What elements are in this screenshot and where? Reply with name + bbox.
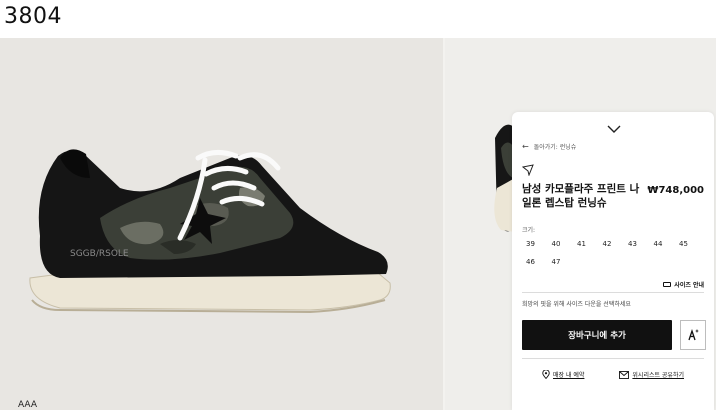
size-option-46[interactable]: 46	[526, 258, 552, 266]
size-option-40[interactable]: 40	[552, 240, 578, 248]
wishlist-share-link[interactable]: 위시리스트 공유하기	[619, 370, 684, 379]
partial-footer-text: AAA	[18, 400, 37, 410]
shoe-brand-print: SGGB/RSOLE	[70, 249, 129, 259]
product-main-image[interactable]: SGGB/RSOLE	[0, 38, 443, 410]
size-option-41[interactable]: 41	[577, 240, 603, 248]
size-label: 크기:	[522, 227, 536, 234]
wishlist-share-label: 위시리스트 공유하기	[632, 372, 684, 379]
action-links: 매장 내 예약 위시리스트 공유하기	[522, 370, 704, 379]
ai-assistant-button[interactable]	[680, 320, 706, 350]
divider-line	[522, 292, 704, 293]
back-link-label: 돌아가기: 런닝슈	[533, 144, 577, 151]
size-guide-label: 사이즈 안내	[674, 282, 704, 289]
store-reserve-label: 매장 내 예약	[553, 372, 585, 379]
size-selector: 39 40 41 42 43 44 45 46 47	[526, 240, 706, 266]
size-option-43[interactable]: 43	[628, 240, 654, 248]
size-option-39[interactable]: 39	[526, 240, 552, 248]
size-notice: 희망의 핏을 위해 사이즈 다운을 선택하세요	[522, 301, 631, 308]
size-guide-link[interactable]: 사이즈 안내	[663, 280, 704, 289]
product-title: 남성 카모플라주 프린트 나일론 렙스탑 런닝슈	[522, 183, 640, 209]
sparkle-icon	[688, 328, 699, 341]
size-option-45[interactable]: 45	[679, 240, 705, 248]
size-option-42[interactable]: 42	[603, 240, 629, 248]
size-option-47[interactable]: 47	[552, 258, 578, 266]
back-link[interactable]: ← 돌아가기: 런닝슈	[522, 142, 576, 151]
size-option-44[interactable]: 44	[654, 240, 680, 248]
back-arrow-icon: ←	[522, 142, 529, 151]
divider-line-2	[522, 358, 704, 359]
share-icon[interactable]	[522, 164, 534, 176]
store-reserve-link[interactable]: 매장 내 예약	[542, 370, 584, 379]
product-detail-panel: ← 돌아가기: 런닝슈 남성 카모플라주 프린트 나일론 렙스탑 런닝슈 ₩74…	[512, 112, 714, 410]
location-pin-icon	[542, 370, 550, 379]
mail-icon	[619, 370, 630, 379]
product-price: ₩748,000	[647, 185, 704, 196]
ruler-icon	[663, 282, 672, 287]
page-id-label: 3804	[4, 4, 62, 29]
add-to-cart-button[interactable]: 장바구니에 추가	[522, 320, 672, 350]
collapse-chevron-icon[interactable]	[607, 124, 621, 134]
